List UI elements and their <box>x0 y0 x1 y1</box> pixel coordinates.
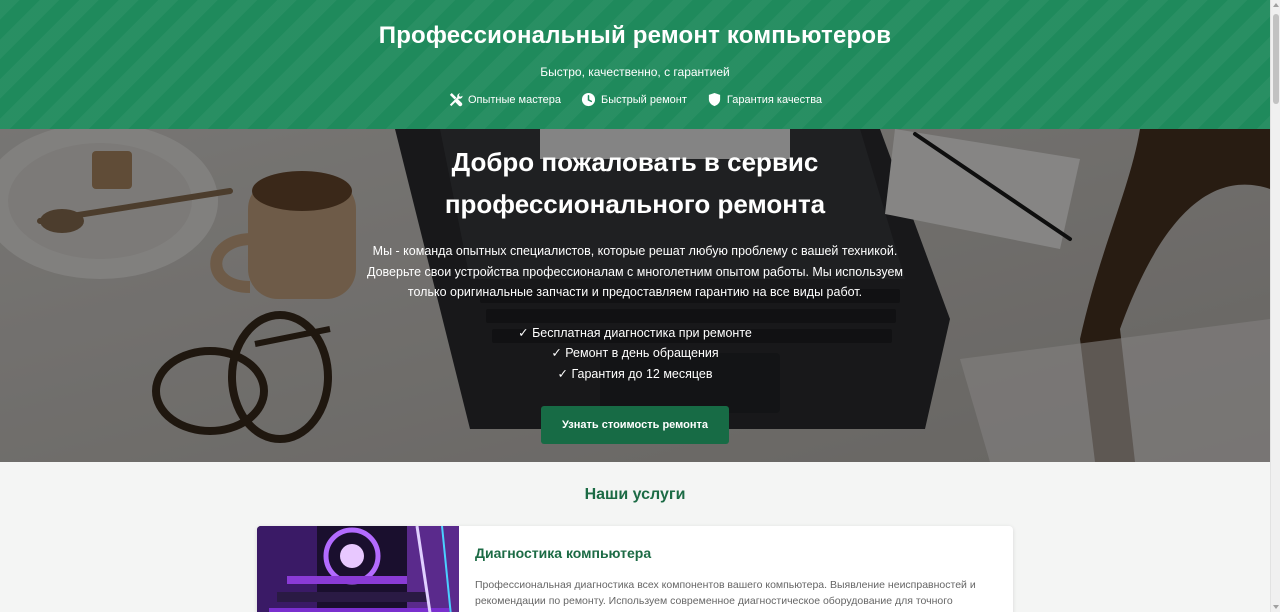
get-price-button[interactable]: Узнать стоимость ремонта <box>540 406 729 444</box>
services-heading: Наши услуги <box>584 486 686 503</box>
feature-label: Опытные мастера <box>467 93 561 106</box>
site-title: Профессиональный ремонт компьютеров <box>378 22 892 49</box>
feature-item-quality: Гарантия качества <box>707 92 822 107</box>
clock-icon <box>581 92 596 107</box>
tools-icon <box>449 92 463 107</box>
feature-item-fast: Быстрый ремонт <box>581 92 687 107</box>
scroll-down-icon[interactable] <box>1273 605 1279 609</box>
service-card-title: Диагностика компьютера <box>475 545 652 561</box>
site-tagline: Быстро, качественно, с гарантией <box>540 65 730 79</box>
service-card-image <box>257 526 459 612</box>
site-header: Профессиональный ремонт компьютеров Быст… <box>0 0 1270 129</box>
benefit-list: ✓ Бесплатная диагностика при ремонте ✓ Р… <box>0 323 1270 385</box>
page-scrollbar[interactable] <box>1270 0 1280 612</box>
feature-item-masters: Опытные мастера <box>448 92 561 107</box>
hero-description: Мы - команда опытных специалистов, котор… <box>367 244 903 299</box>
benefit-item: ✓ Ремонт в день обращения <box>551 346 719 360</box>
feature-list: Опытные мастера Быстрый ремонт Гарантия … <box>0 92 1270 107</box>
shield-icon <box>708 92 721 107</box>
feature-label: Быстрый ремонт <box>601 93 687 106</box>
benefit-item: ✓ Бесплатная диагностика при ремонте <box>518 325 752 340</box>
hero-section: Добро пожаловать в сервис профессиональн… <box>0 129 1270 462</box>
scrollbar-thumb[interactable] <box>1273 14 1279 104</box>
scroll-up-icon[interactable] <box>1273 3 1279 7</box>
hero-title: Добро пожаловать в сервис профессиональн… <box>444 147 826 219</box>
service-card[interactable]: Диагностика компьютера Профессиональная … <box>257 526 1013 612</box>
feature-label: Гарантия качества <box>726 93 823 106</box>
benefit-item: ✓ Гарантия до 12 месяцев <box>557 366 713 381</box>
hero-content: Добро пожаловать в сервис профессиональн… <box>0 129 1270 444</box>
service-card-description: Профессиональная диагностика всех компон… <box>475 579 976 607</box>
